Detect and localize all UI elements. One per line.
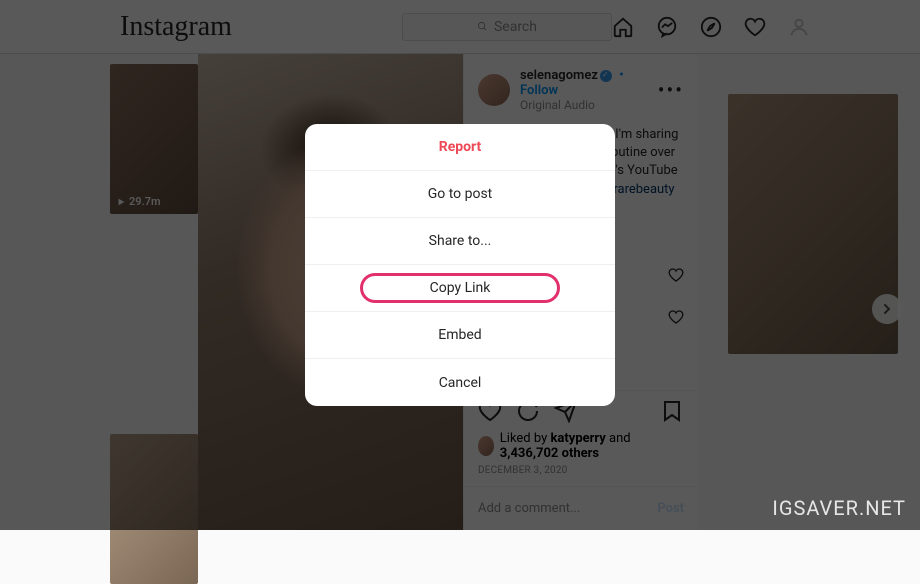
cancel-button[interactable]: Cancel [305,359,615,406]
goto-post-button[interactable]: Go to post [305,171,615,218]
watermark: IGSAVER.NET [772,496,906,520]
highlight-annotation [360,273,560,303]
copy-link-button[interactable]: Copy Link [305,265,615,312]
share-to-button[interactable]: Share to... [305,218,615,265]
options-menu: Report Go to post Share to... Copy Link … [305,124,615,406]
embed-button[interactable]: Embed [305,312,615,359]
report-button[interactable]: Report [305,124,615,171]
